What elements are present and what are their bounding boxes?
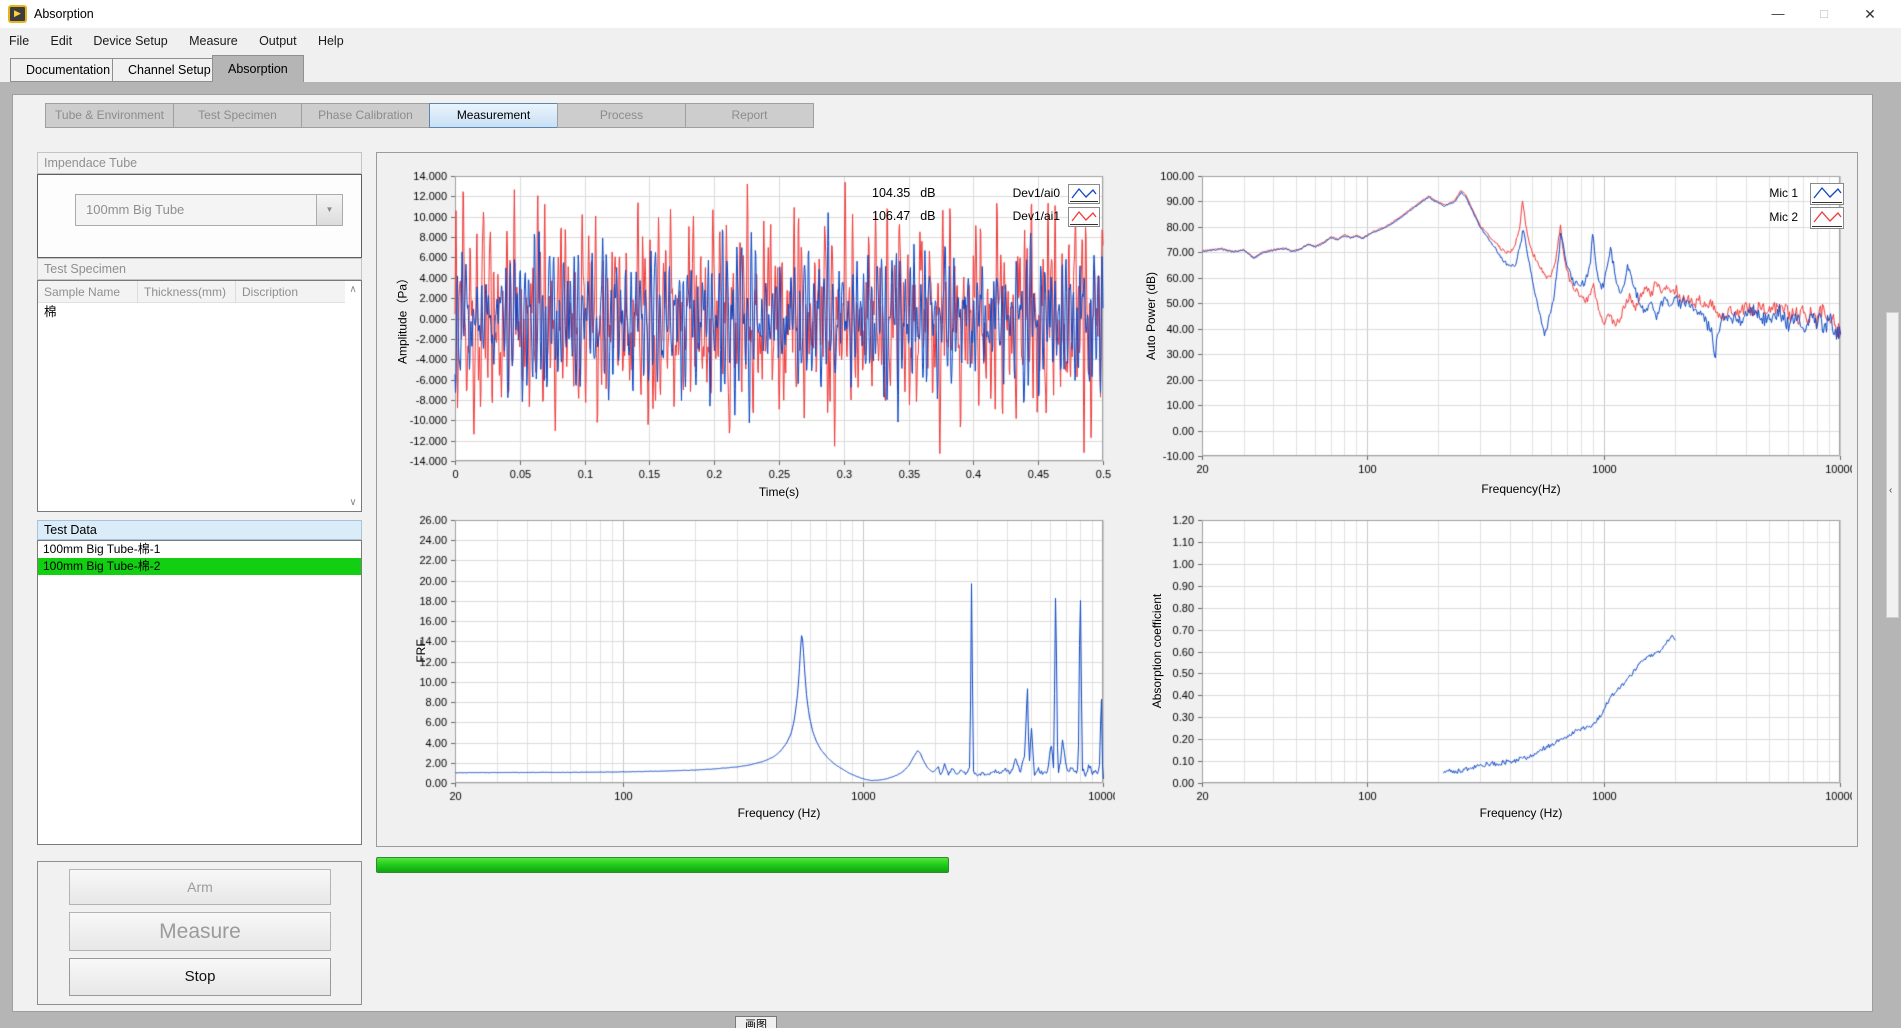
test-specimen-table-header: Sample Name Thickness(mm) Discription — [38, 281, 345, 303]
list-item-selected[interactable]: 100mm Big Tube-棉-2 — [38, 558, 361, 575]
impedance-tube-dropdown[interactable]: 100mm Big Tube ▼ — [75, 194, 343, 226]
y-axis-title-amplitude: Amplitude（Pa） — [394, 272, 411, 364]
absorption-coefficient-graph — [1130, 506, 1852, 817]
subtab-report[interactable]: Report — [685, 103, 814, 128]
subtab-measurement[interactable]: Measurement — [429, 103, 558, 128]
legend-line-icon-blue — [1068, 184, 1100, 204]
frf-graph — [383, 506, 1115, 817]
scroll-up-icon[interactable]: ∧ — [345, 284, 361, 295]
subtab-tube-environment[interactable]: Tube & Environment — [45, 103, 174, 128]
menu-device-setup[interactable]: Device Setup — [84, 28, 176, 54]
impedance-tube-selected-value: 100mm Big Tube — [86, 195, 184, 225]
sample-name-cell: 棉 — [44, 305, 57, 319]
legend-label-mic2: Mic 2 — [1726, 210, 1798, 224]
menu-help[interactable]: Help — [309, 28, 353, 54]
subtab-phase-calibration[interactable]: Phase Calibration — [301, 103, 430, 128]
legend-label-dev1-ai0: Dev1/ai0 — [988, 186, 1060, 200]
measure-button[interactable]: Measure — [69, 912, 331, 951]
list-item[interactable]: 100mm Big Tube-棉-1 — [38, 541, 361, 558]
subtab-process[interactable]: Process — [557, 103, 686, 128]
tab-strip: Documentation Channel Setup Absorption — [0, 54, 1901, 82]
stop-button[interactable]: Stop — [69, 958, 331, 996]
panel-expander-handle[interactable]: ‹ — [1886, 312, 1899, 618]
tab-channel-setup[interactable]: Channel Setup — [112, 58, 227, 82]
menu-file[interactable]: File — [0, 28, 38, 54]
cursor-level-ai0: 104.35dB — [872, 186, 936, 200]
menu-bar: File Edit Device Setup Measure Output He… — [0, 28, 1901, 54]
tab-absorption[interactable]: Absorption — [212, 55, 304, 82]
legend-line-icon-mic2 — [1810, 207, 1844, 229]
legend-label-mic1: Mic 1 — [1726, 186, 1798, 200]
table-row[interactable]: 棉 — [38, 303, 345, 322]
legend-label-dev1-ai1: Dev1/ai1 — [988, 209, 1060, 223]
test-specimen-header: Test Specimen — [37, 258, 362, 280]
cursor-level-ai1: 106.47dB — [872, 209, 936, 223]
bottom-tab-draw[interactable]: 画图 — [735, 1016, 777, 1028]
test-data-list: 100mm Big Tube-棉-1 100mm Big Tube-棉-2 — [37, 540, 362, 845]
measurement-progress-bar — [376, 857, 949, 873]
window-title: Absorption — [34, 0, 94, 28]
title-bar: ▶ Absorption — □ ✕ — [0, 0, 1901, 28]
menu-output[interactable]: Output — [250, 28, 306, 54]
y-axis-title-absorption: Absorption coefficient — [1150, 594, 1164, 709]
x-axis-title-frequency-3: Frequency (Hz) — [1480, 806, 1563, 820]
x-axis-title-time: Time(s) — [759, 485, 799, 499]
arm-button[interactable]: Arm — [69, 869, 331, 905]
y-axis-title-auto-power: Auto Power (dB) — [1144, 272, 1158, 360]
maximize-button[interactable]: □ — [1801, 0, 1847, 28]
test-data-header: Test Data — [37, 520, 362, 540]
close-button[interactable]: ✕ — [1847, 0, 1893, 28]
column-thickness: Thickness(mm) — [138, 281, 236, 303]
subtab-test-specimen[interactable]: Test Specimen — [173, 103, 302, 128]
legend-line-icon-red — [1068, 207, 1100, 227]
menu-edit[interactable]: Edit — [42, 28, 82, 54]
chevron-left-icon: ‹ — [1889, 485, 1892, 496]
impedance-tube-header: Impendace Tube — [37, 152, 362, 174]
x-axis-title-frequency-2: Frequency (Hz) — [738, 806, 821, 820]
column-discription: Discription — [236, 281, 345, 303]
app-play-icon: ▶ — [8, 5, 27, 23]
column-sample-name: Sample Name — [38, 281, 138, 303]
y-axis-title-frf: FRF — [414, 639, 428, 662]
tab-documentation[interactable]: Documentation — [10, 58, 126, 82]
x-axis-title-frequency-1: Frequency(Hz) — [1481, 482, 1560, 496]
actions-panel: Arm Measure Stop — [37, 861, 362, 1005]
menu-measure[interactable]: Measure — [180, 28, 247, 54]
chevron-down-icon[interactable]: ▼ — [316, 195, 342, 225]
legend-line-icon-mic1 — [1810, 183, 1844, 205]
scroll-down-icon[interactable]: ∨ — [345, 497, 361, 508]
minimize-button[interactable]: — — [1755, 0, 1801, 28]
test-specimen-table: Sample Name Thickness(mm) Discription 棉 … — [37, 280, 362, 512]
